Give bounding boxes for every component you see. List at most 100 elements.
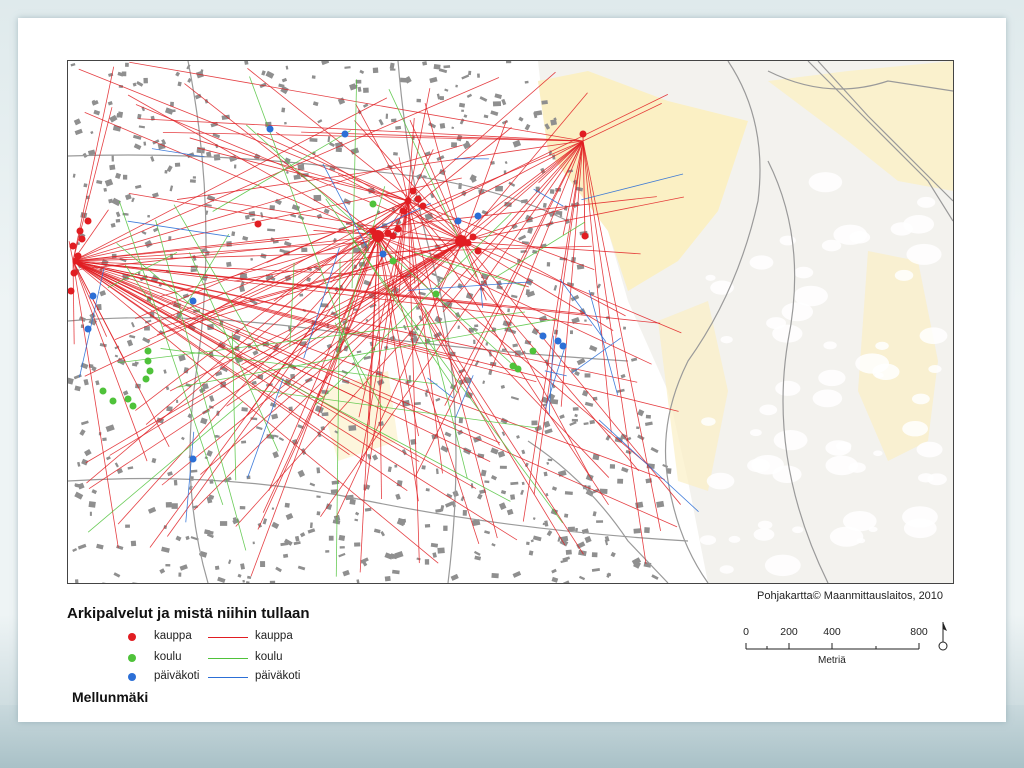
building — [468, 70, 472, 76]
legend-line-label: päiväkoti — [255, 670, 301, 682]
building — [271, 507, 275, 510]
koulu-point — [142, 375, 150, 383]
building — [549, 189, 555, 194]
building — [269, 580, 276, 583]
paivakoti-point — [559, 342, 567, 350]
paivakoti-point — [454, 217, 462, 225]
forest-clearing — [699, 535, 717, 545]
building — [572, 407, 579, 411]
kauppa-point — [409, 187, 417, 195]
paivakoti-point — [266, 125, 274, 133]
kauppa-point — [399, 207, 407, 215]
koulu-point — [369, 200, 377, 208]
forest-clearing — [772, 324, 803, 343]
building — [349, 498, 356, 505]
legend-line-label: koulu — [255, 651, 283, 663]
building — [565, 549, 572, 555]
forest-clearing — [906, 243, 942, 265]
koulu-point — [389, 257, 397, 265]
forest-clearing — [812, 389, 843, 408]
building — [309, 138, 318, 142]
kauppa-point — [84, 217, 92, 225]
forest-clearing — [835, 441, 852, 451]
kauppa-point — [581, 232, 589, 240]
forest-clearing — [902, 506, 938, 528]
koulu-point — [514, 365, 522, 373]
building — [492, 101, 502, 107]
building — [636, 426, 640, 430]
koulu-point — [99, 387, 107, 395]
paivakoti-point — [379, 250, 387, 258]
building — [316, 511, 321, 516]
koulu-point — [529, 347, 537, 355]
building — [390, 68, 396, 71]
building — [546, 262, 551, 267]
building — [591, 552, 598, 558]
forest-clearing — [874, 372, 884, 378]
building — [510, 494, 516, 500]
kauppa-point — [414, 195, 422, 203]
kauppa-point — [372, 230, 384, 242]
building — [189, 179, 196, 183]
building — [125, 62, 129, 67]
building — [74, 579, 79, 583]
paivakoti-point — [189, 297, 197, 305]
building — [609, 464, 616, 469]
forest-clearing — [823, 341, 837, 350]
building — [165, 502, 172, 508]
map-title: Arkipalvelut ja mistä niihin tullaan — [67, 605, 310, 622]
forest-clearing — [728, 535, 741, 543]
place-name: Mellunmäki — [72, 689, 149, 705]
building — [542, 202, 547, 208]
building — [443, 525, 448, 531]
forest-clearing — [919, 327, 948, 345]
forest-clearing — [911, 393, 930, 405]
forest-clearing — [808, 172, 843, 193]
building — [425, 488, 430, 492]
forest-clearing — [759, 404, 778, 416]
koulu-point — [129, 402, 137, 410]
legend-point-symbol — [128, 654, 136, 662]
kauppa-point — [76, 227, 84, 235]
building — [244, 61, 249, 65]
building — [178, 572, 182, 577]
legend-point-symbol — [128, 673, 136, 681]
building — [125, 524, 130, 528]
kauppa-point — [78, 235, 86, 243]
building — [455, 84, 458, 88]
forest-clearing — [903, 215, 935, 234]
forest-clearing — [916, 441, 943, 458]
koulu-point — [432, 290, 440, 298]
paivakoti-point — [341, 130, 349, 138]
forest-clearing — [773, 429, 808, 451]
building — [226, 261, 232, 268]
scale-bar: 0 200 400 800 Metriä — [738, 622, 953, 672]
kauppa-point — [254, 220, 262, 228]
building — [143, 77, 148, 84]
building — [122, 174, 128, 180]
building — [171, 503, 178, 509]
forest-clearing — [875, 341, 889, 350]
building — [584, 373, 591, 378]
forest-clearing — [749, 429, 762, 437]
building — [328, 535, 334, 541]
building — [484, 480, 490, 484]
kauppa-point — [404, 197, 412, 205]
paivakoti-point — [84, 325, 92, 333]
building — [547, 458, 553, 462]
building — [633, 528, 641, 534]
kauppa-point — [474, 247, 482, 255]
building — [439, 122, 446, 129]
building — [617, 478, 624, 484]
map-frame — [67, 60, 954, 584]
scale-unit: Metriä — [818, 655, 846, 666]
forest-clearing — [719, 565, 734, 574]
building — [384, 576, 391, 582]
building — [321, 412, 329, 417]
building — [103, 187, 107, 192]
building — [299, 293, 304, 297]
legend-point-label: kauppa — [154, 630, 192, 642]
building — [89, 511, 92, 516]
forest-clearing — [720, 335, 733, 344]
forest-clearing — [928, 365, 942, 373]
